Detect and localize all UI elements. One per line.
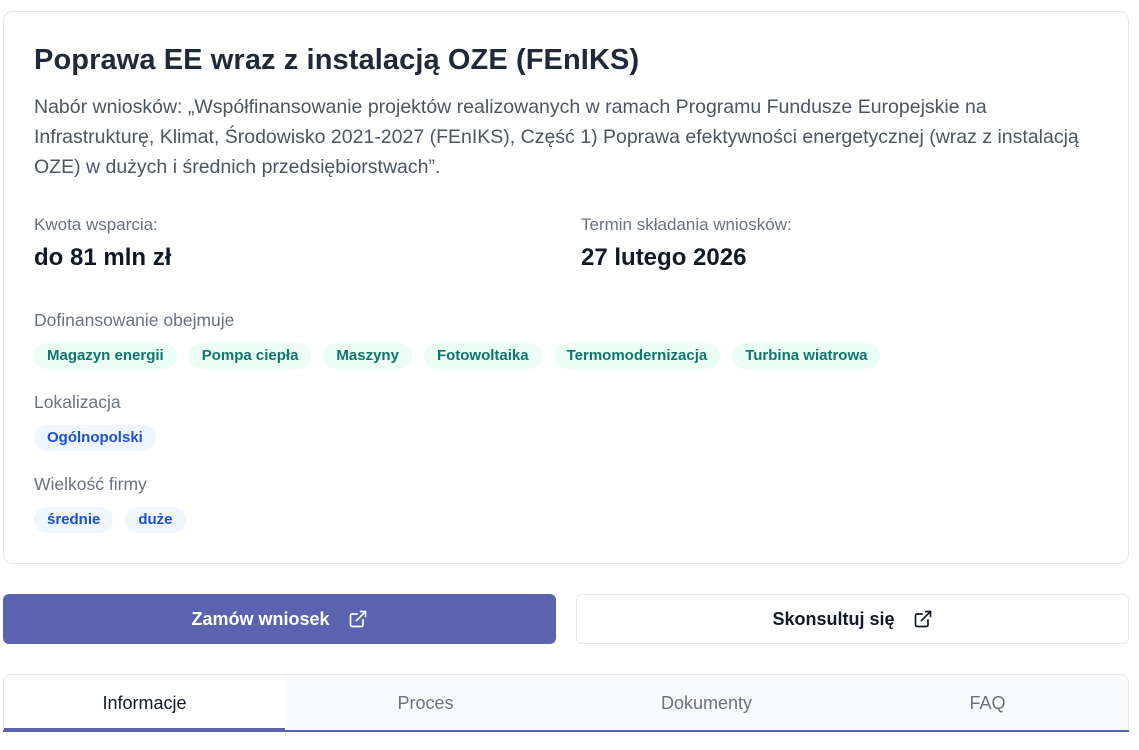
location-tag: Ogólnopolski: [34, 425, 156, 451]
order-application-button[interactable]: Zamów wniosek: [3, 594, 556, 644]
company-size-tags: średnie duże: [34, 507, 186, 533]
external-link-icon: [349, 610, 366, 628]
company-size-tag: średnie: [34, 507, 114, 533]
order-application-label: Zamów wniosek: [191, 608, 330, 629]
tab-faq[interactable]: FAQ: [847, 675, 1128, 731]
program-card: Poprawa EE wraz z instalacją OZE (FEnIKS…: [3, 11, 1129, 564]
funding-tag: Fotowoltaika: [423, 343, 542, 369]
location-label: Lokalizacja: [34, 392, 121, 412]
support-amount-value: do 81 mln zł: [34, 244, 172, 271]
funding-tags: Magazyn energii Pompa ciepła Maszyny Fot…: [34, 343, 881, 369]
support-amount-label: Kwota wsparcia:: [34, 215, 158, 234]
company-size-label: Wielkość firmy: [34, 474, 147, 494]
deadline-value: 27 lutego 2026: [581, 244, 747, 271]
location-tags: Ogólnopolski: [34, 425, 156, 451]
external-link-icon: [914, 610, 931, 628]
funding-tag: Maszyny: [323, 343, 412, 369]
funding-tag: Magazyn energii: [34, 343, 177, 369]
funding-tag: Turbina wiatrowa: [732, 343, 881, 369]
funding-label: Dofinansowanie obejmuje: [34, 310, 235, 330]
deadline-label: Termin składania wniosków:: [581, 215, 792, 234]
tab-dokumenty[interactable]: Dokumenty: [566, 675, 847, 731]
consult-button[interactable]: Skonsultuj się: [576, 594, 1129, 644]
tab-proces[interactable]: Proces: [285, 675, 566, 731]
funding-tag: Termomodernizacja: [553, 343, 721, 369]
program-title: Poprawa EE wraz z instalacją OZE (FEnIKS…: [34, 44, 640, 76]
company-size-tag: duże: [125, 507, 186, 533]
tab-underline: [3, 730, 1129, 732]
program-description: Nabór wniosków: „Współfinansowanie proje…: [34, 96, 1079, 178]
tab-informacje[interactable]: Informacje: [4, 675, 285, 731]
funding-tag: Pompa ciepła: [188, 343, 312, 369]
tab-bar: Informacje Proces Dokumenty FAQ: [3, 674, 1129, 732]
consult-label: Skonsultuj się: [772, 608, 895, 629]
